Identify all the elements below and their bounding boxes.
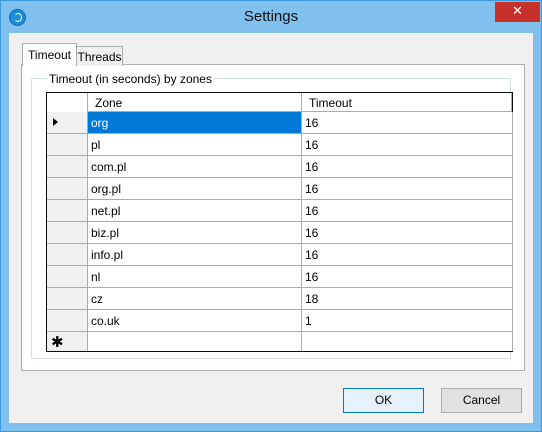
row-header[interactable] [47,134,88,156]
zone-cell[interactable]: info.pl [88,244,302,266]
zone-cell[interactable]: org.pl [88,178,302,200]
new-timeout-cell[interactable] [302,332,513,351]
zone-cell[interactable]: org [88,112,302,134]
timeout-cell[interactable]: 16 [302,156,513,178]
timeout-cell[interactable]: 16 [302,112,513,134]
zone-cell-text: biz.pl [91,226,120,240]
zone-cell-text: com.pl [91,160,127,174]
zone-cell[interactable]: com.pl [88,156,302,178]
new-row-asterisk-icon: ✱ [51,333,64,351]
timeout-cell-text: 16 [305,226,319,240]
row-header[interactable] [47,222,88,244]
row-header[interactable] [47,244,88,266]
timeout-cell[interactable]: 16 [302,222,513,244]
timeout-cell[interactable]: 16 [302,134,513,156]
grid-corner-header[interactable] [47,93,88,113]
column-header-timeout[interactable]: Timeout [302,93,512,112]
timeout-cell-text: 16 [305,182,319,196]
zone-cell-text: info.pl [91,248,124,262]
new-zone-cell[interactable] [88,332,302,351]
row-header[interactable] [47,310,88,332]
settings-window: Settings ✕ Timeout Threads Timeout (in s… [0,0,542,432]
new-row-header[interactable]: ✱ [47,332,88,351]
tab-threads-label: Threads [77,50,122,64]
zone-cell-text: co.uk [91,314,120,328]
column-header-timeout-label: Timeout [309,96,352,110]
zones-grid[interactable]: Zone Timeout org 16 pl 16 com.pl 16 org.… [46,92,513,352]
table-row[interactable]: org 16 [47,112,513,134]
cancel-button[interactable]: Cancel [441,388,522,413]
zone-cell-text: org.pl [91,182,122,196]
table-row[interactable]: cz 18 [47,288,513,310]
row-header[interactable] [47,156,88,178]
table-row[interactable]: pl 16 [47,134,513,156]
column-header-zone[interactable]: Zone [88,93,302,112]
zone-cell[interactable]: nl [88,266,302,288]
zone-cell-text: cz [91,292,103,306]
table-row[interactable]: org.pl 16 [47,178,513,200]
table-row[interactable]: co.uk 1 [47,310,513,332]
timeout-cell-text: 1 [305,314,312,328]
timeout-cell[interactable]: 16 [302,244,513,266]
timeout-cell-text: 16 [305,160,319,174]
timeout-cell[interactable]: 16 [302,178,513,200]
table-row[interactable]: biz.pl 16 [47,222,513,244]
timeout-cell[interactable]: 18 [302,288,513,310]
timeout-cell-text: 16 [305,270,319,284]
dialog-body: Timeout Threads Timeout (in seconds) by … [9,33,533,423]
timeout-cell[interactable]: 1 [302,310,513,332]
zone-cell[interactable]: co.uk [88,310,302,332]
zone-cell-text: nl [91,270,101,284]
timeout-tab-panel: Timeout (in seconds) by zones Zone Timeo… [21,64,525,371]
tab-timeout[interactable]: Timeout [22,43,77,66]
table-row[interactable]: com.pl 16 [47,156,513,178]
new-row[interactable]: ✱ [47,332,513,351]
row-header[interactable] [47,178,88,200]
tab-timeout-label: Timeout [28,48,71,62]
timeout-cell-text: 16 [305,116,319,130]
ok-button[interactable]: OK [343,388,424,413]
timeout-cell[interactable]: 16 [302,200,513,222]
title-bar[interactable]: Settings ✕ [1,1,541,33]
column-header-zone-label: Zone [95,96,123,110]
timeout-cell-text: 16 [305,204,319,218]
tab-threads[interactable]: Threads [76,46,123,66]
current-row-arrow-icon [53,118,58,126]
zone-cell[interactable]: pl [88,134,302,156]
row-header[interactable] [47,288,88,310]
close-button[interactable]: ✕ [495,2,540,22]
table-row[interactable]: nl 16 [47,266,513,288]
groupbox-title: Timeout (in seconds) by zones [47,72,214,86]
timeout-cell-text: 16 [305,248,319,262]
row-header[interactable] [47,112,88,134]
timeout-cell-text: 16 [305,138,319,152]
timeout-cell[interactable]: 16 [302,266,513,288]
zone-cell-text: org [91,116,109,130]
window-title: Settings [243,8,299,25]
zone-cell[interactable]: net.pl [88,200,302,222]
table-row[interactable]: net.pl 16 [47,200,513,222]
zone-cell[interactable]: biz.pl [88,222,302,244]
timeout-cell-text: 18 [305,292,319,306]
row-header[interactable] [47,200,88,222]
zone-cell[interactable]: cz [88,288,302,310]
zone-cell-text: pl [91,138,101,152]
zone-cell-text: net.pl [91,204,121,218]
table-row[interactable]: info.pl 16 [47,244,513,266]
row-header[interactable] [47,266,88,288]
